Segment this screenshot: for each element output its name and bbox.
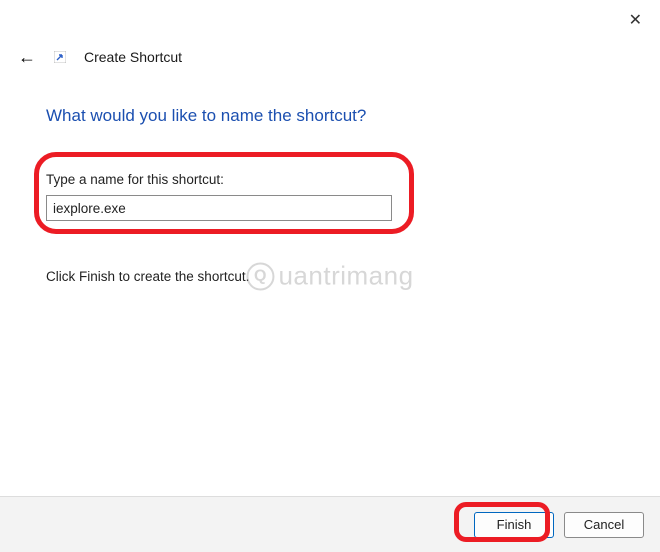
close-icon[interactable]: ✕ (629, 10, 642, 30)
wizard-footer: Finish Cancel (0, 496, 660, 552)
back-arrow-icon[interactable]: ← (18, 48, 36, 66)
name-label: Type a name for this shortcut: (46, 172, 630, 187)
page-heading: What would you like to name the shortcut… (46, 106, 630, 126)
shortcut-name-input[interactable] (46, 195, 392, 221)
cancel-button[interactable]: Cancel (564, 512, 644, 538)
finish-button[interactable]: Finish (474, 512, 554, 538)
wizard-title: Create Shortcut (84, 49, 182, 65)
shortcut-overlay-icon (54, 51, 66, 63)
finish-hint: Click Finish to create the shortcut. (46, 269, 630, 284)
create-shortcut-wizard: ✕ ← Create Shortcut What would you like … (0, 0, 660, 552)
wizard-header: ← Create Shortcut (18, 48, 182, 66)
wizard-content: What would you like to name the shortcut… (46, 106, 630, 284)
